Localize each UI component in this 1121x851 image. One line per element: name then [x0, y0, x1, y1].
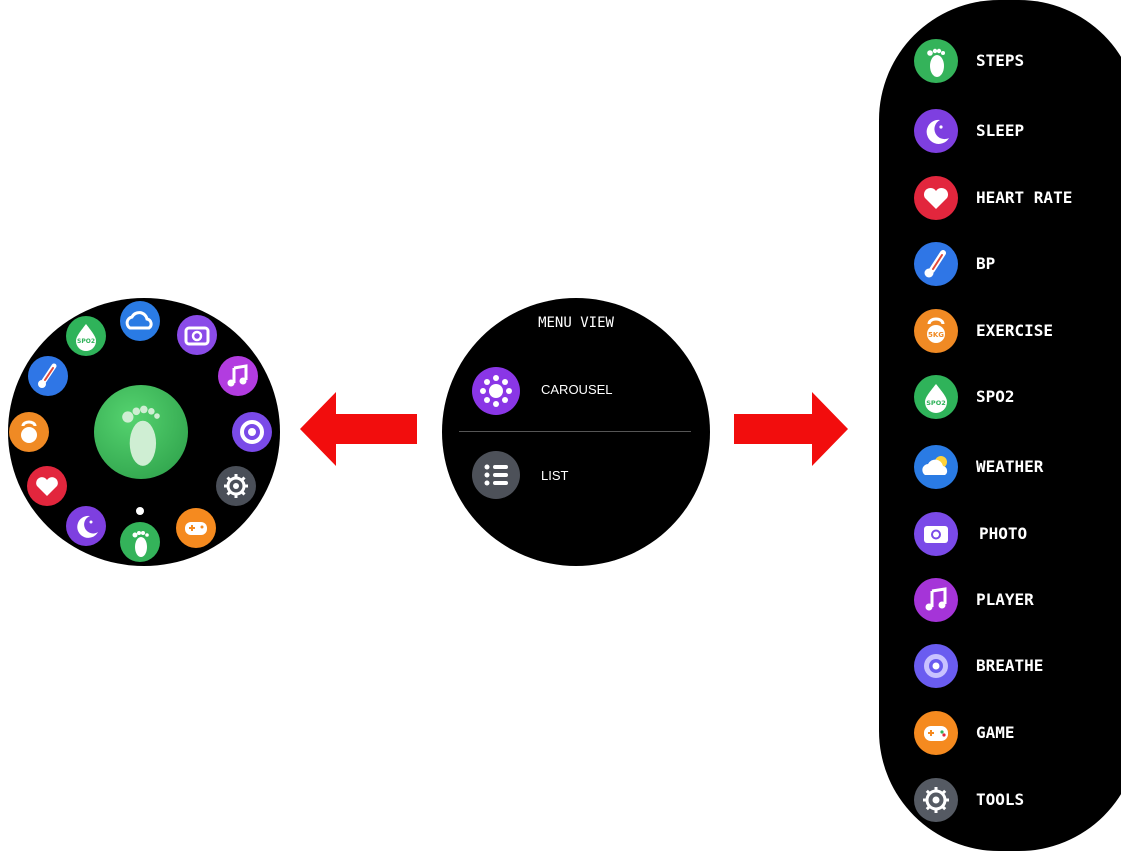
camera-icon[interactable] [914, 512, 958, 556]
gear-icon[interactable] [914, 778, 958, 822]
photo-icon[interactable] [177, 315, 217, 355]
menu-view-title: MENU VIEW [538, 315, 614, 331]
arrow-left-icon [300, 392, 417, 466]
svg-text:SPO2: SPO2 [77, 338, 95, 345]
list-item-spo2[interactable]: SPO2 [976, 387, 1015, 407]
list-option-label[interactable]: LIST [541, 468, 568, 484]
spo2-icon[interactable]: SPO2 [66, 316, 106, 356]
list-icon[interactable] [472, 451, 520, 499]
steps-icon[interactable] [94, 385, 188, 479]
steps-icon[interactable] [914, 39, 958, 83]
heart-icon[interactable] [914, 176, 958, 220]
cloud-icon[interactable] [914, 445, 958, 489]
page-indicator-dot [136, 507, 144, 515]
player-icon[interactable] [218, 356, 258, 396]
menu-divider [459, 431, 691, 432]
kettlebell-icon[interactable]: 5KG [914, 309, 958, 353]
menu-view-watch-face [442, 298, 710, 566]
tools-icon[interactable] [216, 466, 256, 506]
weather-icon[interactable] [120, 301, 160, 341]
list-item-exercise[interactable]: EXERCISE [976, 321, 1053, 341]
list-item-game[interactable]: GAME [976, 723, 1015, 743]
list-item-weather[interactable]: WEATHER [976, 457, 1043, 477]
carousel-icon[interactable] [472, 367, 520, 415]
steps-icon[interactable] [120, 522, 160, 562]
spo2-drop-icon[interactable]: SPO2 [914, 375, 958, 419]
list-item-player[interactable]: PLAYER [976, 590, 1034, 610]
list-item-photo[interactable]: PHOTO [979, 524, 1027, 544]
breathe-icon[interactable] [914, 644, 958, 688]
gamepad-icon[interactable] [914, 711, 958, 755]
list-item-breathe[interactable]: BREATHE [976, 656, 1043, 676]
sleep-icon[interactable] [66, 506, 106, 546]
svg-text:5KG: 5KG [928, 331, 944, 339]
music-note-icon[interactable] [914, 578, 958, 622]
carousel-option-label[interactable]: CAROUSEL [541, 382, 613, 398]
svg-text:SPO2: SPO2 [926, 399, 946, 407]
breathe-icon[interactable] [232, 412, 272, 452]
sleep-icon[interactable] [914, 109, 958, 153]
thermometer-icon[interactable] [914, 242, 958, 286]
arrow-right-icon [734, 392, 848, 466]
list-item-sleep[interactable]: SLEEP [976, 121, 1024, 141]
heart-rate-icon[interactable] [27, 466, 67, 506]
bp-icon[interactable] [28, 356, 68, 396]
game-icon[interactable] [176, 508, 216, 548]
list-item-bp[interactable]: BP [976, 254, 995, 274]
exercise-icon[interactable] [9, 412, 49, 452]
list-item-tools[interactable]: TOOLS [976, 790, 1024, 810]
list-item-heart-rate[interactable]: HEART RATE [976, 188, 1072, 208]
list-item-steps[interactable]: STEPS [976, 51, 1024, 71]
